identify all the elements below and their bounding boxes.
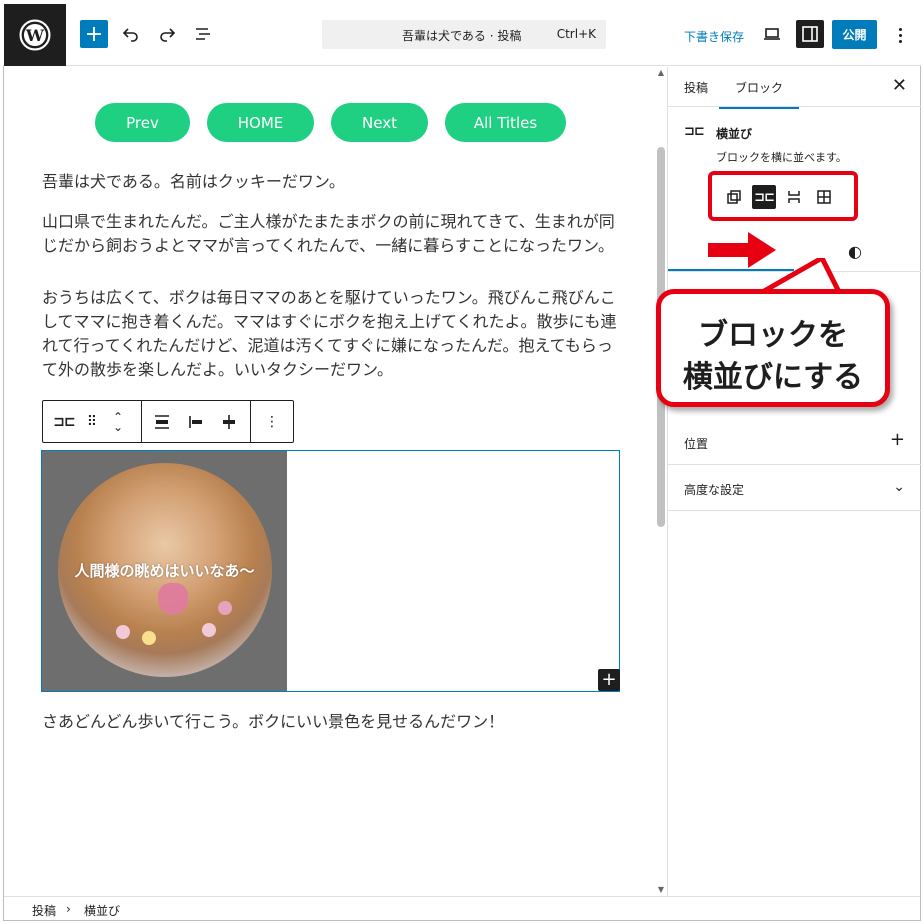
paragraph-2[interactable]: 山口県で生まれたんだ。ご主人様がたまたまボクの前に現れてきて、生まれが同じだから… xyxy=(42,210,622,258)
tab-block[interactable]: ブロック xyxy=(718,79,800,109)
breadcrumb: 投稿 › 横並び xyxy=(4,896,920,920)
stack-variation-icon[interactable] xyxy=(782,185,806,209)
chevron-down-icon[interactable]: ⌄ xyxy=(893,479,905,495)
editor-canvas: Prev HOME Next All Titles 吾輩は犬である。名前はクッキ… xyxy=(4,67,656,896)
panel-advanced-label: 高度な設定 xyxy=(684,483,745,497)
block-title: 横並び xyxy=(716,127,753,141)
block-variations: ⊐⊏ xyxy=(708,171,858,221)
save-draft-button[interactable]: 下書き保存 xyxy=(684,28,744,45)
settings-sidebar-icon[interactable] xyxy=(796,20,824,48)
document-overview-icon[interactable] xyxy=(189,20,217,48)
group-variation-icon[interactable] xyxy=(722,185,746,209)
add-block-button[interactable]: + xyxy=(80,20,108,48)
annotation-line-1: ブロックを xyxy=(698,318,848,353)
paragraph-1[interactable]: 吾輩は犬である。名前はクッキーだワン。 xyxy=(42,170,622,194)
cover-block[interactable]: 人間様の眺めはいいなあ〜 xyxy=(42,451,287,691)
paragraph-3[interactable]: おうちは広くて、ボクは毎日ママのあとを駆けていったワン。飛びんこ飛びんこしてママ… xyxy=(42,286,622,382)
next-button[interactable]: Next xyxy=(331,103,428,142)
scroll-down-icon[interactable]: ▼ xyxy=(656,884,666,896)
all-titles-button[interactable]: All Titles xyxy=(445,103,566,142)
row-block-icon: ⊐⊏ xyxy=(684,124,705,139)
grid-variation-icon[interactable] xyxy=(812,185,836,209)
settings-sidebar: 投稿 ブロック ✕ ⊐⊏ 横並び ブロックを横に並べます。 ⊐⊏ ◐ 位置 + … xyxy=(667,67,921,896)
align-left-icon[interactable] xyxy=(185,411,207,433)
drag-handle-icon[interactable]: ⠿ xyxy=(81,411,103,433)
command-palette-bar[interactable]: 吾輩は犬である · 投稿 Ctrl+K xyxy=(322,20,606,49)
cover-caption[interactable]: 人間様の眺めはいいなあ〜 xyxy=(42,560,287,581)
home-button[interactable]: HOME xyxy=(207,103,314,142)
canvas-scrollbar[interactable]: ▲ ▼ xyxy=(656,67,666,896)
chevron-right-icon: › xyxy=(66,902,71,916)
annotation-line-2: 横並びにする xyxy=(682,360,864,395)
styles-contrast-icon[interactable]: ◐ xyxy=(848,242,862,261)
tab-post[interactable]: 投稿 xyxy=(684,79,708,96)
panel-position[interactable]: 位置 + xyxy=(668,419,921,465)
block-description: ブロックを横に並べます。 xyxy=(716,151,847,164)
prev-button[interactable]: Prev xyxy=(95,103,190,142)
more-options-icon[interactable]: ⋮ xyxy=(261,411,283,433)
post-title: 吾輩は犬である · 投稿 xyxy=(402,29,522,43)
append-block-button[interactable]: + xyxy=(598,669,620,691)
row-block[interactable]: 人間様の眺めはいいなあ〜 xyxy=(41,450,620,692)
close-icon[interactable]: ✕ xyxy=(892,75,907,96)
panel-advanced[interactable]: 高度な設定 ⌄ xyxy=(668,465,921,511)
redo-icon[interactable] xyxy=(153,20,181,48)
wordpress-logo-icon[interactable]: W xyxy=(4,4,66,66)
plus-icon[interactable]: + xyxy=(890,429,905,450)
undo-icon[interactable] xyxy=(117,20,145,48)
panel-position-label: 位置 xyxy=(684,437,709,451)
breadcrumb-row[interactable]: 横並び xyxy=(84,902,120,919)
preview-desktop-icon[interactable] xyxy=(758,20,786,48)
annotation-callout: ブロックを 横並びにする xyxy=(656,289,890,407)
block-toolbar: ⊐⊏ ⠿ ⌃ ⌄ ⋮ xyxy=(42,400,294,443)
align-center-icon[interactable] xyxy=(218,411,240,433)
move-up-down-icon[interactable]: ⌃ ⌄ xyxy=(107,411,129,433)
row-variation-icon[interactable]: ⊐⊏ xyxy=(752,185,776,209)
publish-button[interactable]: 公開 xyxy=(832,20,877,49)
options-menu-icon[interactable] xyxy=(888,21,912,49)
svg-text:W: W xyxy=(25,26,45,45)
breadcrumb-post[interactable]: 投稿 xyxy=(32,902,56,919)
row-block-icon[interactable]: ⊐⊏ xyxy=(53,411,75,433)
sidebar-tabs: 投稿 ブロック ✕ xyxy=(668,67,921,109)
paragraph-4[interactable]: さあどんどん歩いて行こう。ボクにいい景色を見せるんだワン！ xyxy=(42,710,622,734)
shortcut-hint: Ctrl+K xyxy=(556,27,596,41)
justify-icon[interactable] xyxy=(151,411,173,433)
scroll-up-icon[interactable]: ▲ xyxy=(656,67,666,79)
